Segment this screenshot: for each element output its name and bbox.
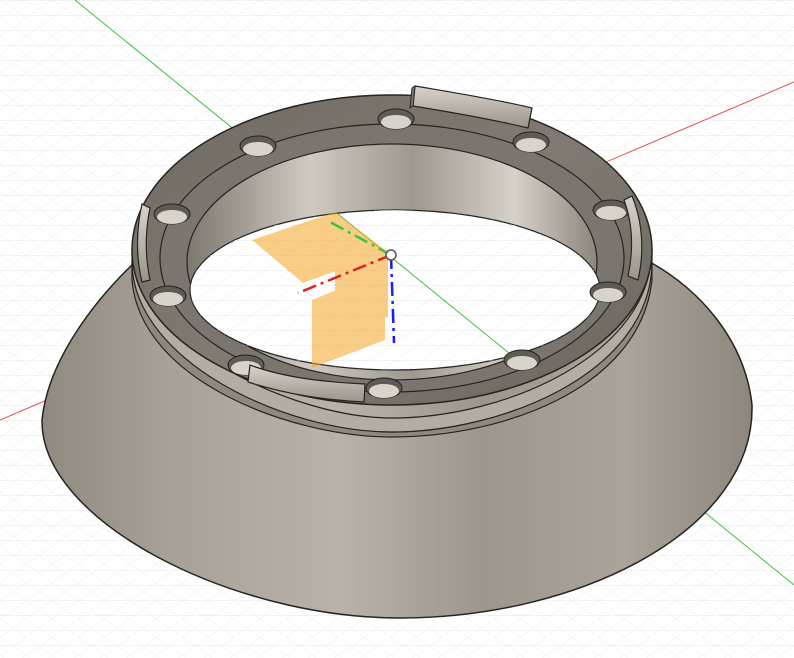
origin-point[interactable]	[385, 249, 397, 261]
viewport-canvas[interactable]	[0, 0, 794, 658]
3d-viewport[interactable]	[0, 0, 794, 658]
bolt-hole[interactable]	[239, 135, 277, 157]
bolt-hole[interactable]	[503, 349, 541, 371]
bolt-hole[interactable]	[365, 377, 403, 399]
bolt-hole[interactable]	[149, 285, 187, 307]
bolt-hole[interactable]	[589, 281, 627, 303]
bolt-hole[interactable]	[153, 203, 191, 225]
bolt-hole[interactable]	[592, 199, 630, 221]
bolt-hole[interactable]	[377, 108, 415, 130]
bolt-hole[interactable]	[512, 131, 550, 153]
